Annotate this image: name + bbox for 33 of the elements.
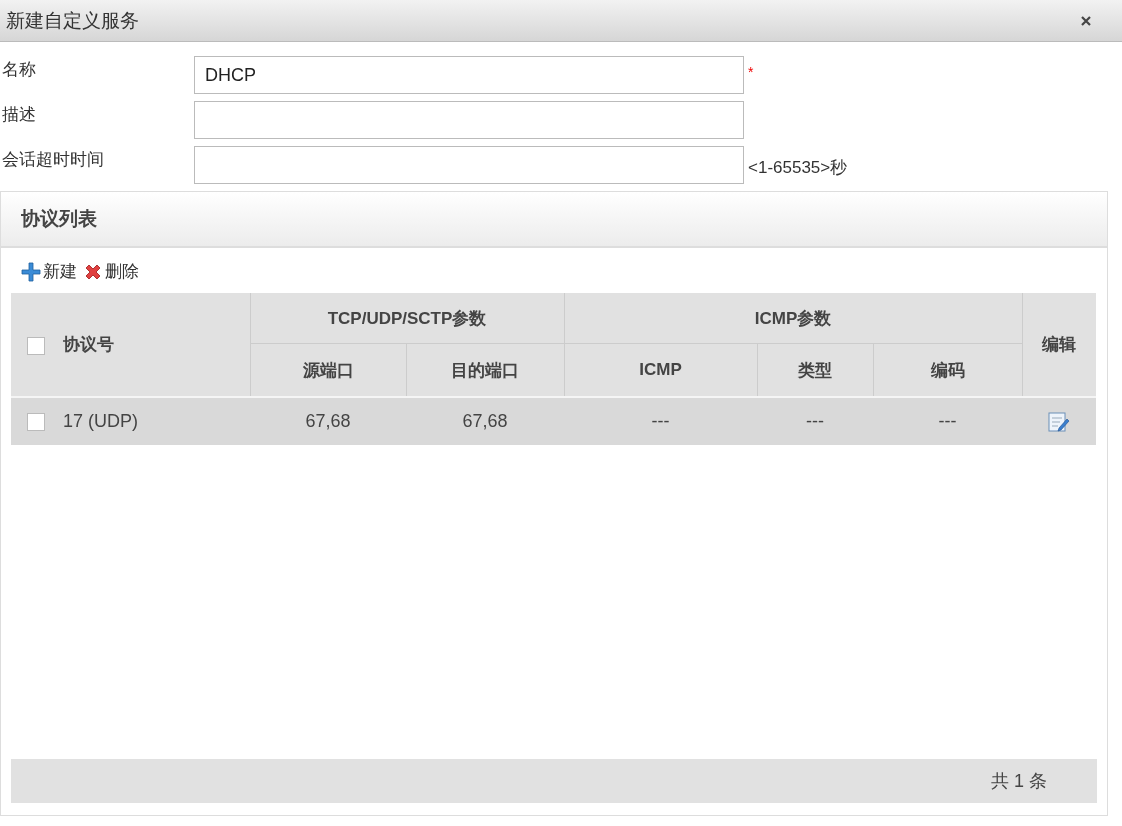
window-title: 新建自定义服务 — [6, 8, 139, 33]
input-field[interactable] — [194, 146, 744, 184]
table-cell: 17 (UDP) — [11, 397, 250, 445]
field-label: 会话超时时间 — [1, 149, 105, 171]
column-header: ICMP — [564, 343, 757, 397]
edit-icon[interactable] — [1047, 410, 1071, 433]
column-group-header: TCP/UDP/SCTP参数 — [250, 293, 564, 344]
table-cell: --- — [564, 397, 757, 445]
column-header: 编辑 — [1022, 293, 1096, 397]
column-header: 源端口 — [250, 343, 406, 397]
column-group-header: ICMP参数 — [564, 293, 1022, 344]
field-label: 名称 — [1, 59, 37, 81]
table-cell: 67,68 — [250, 397, 406, 445]
range-hint: <1-65535>秒 — [748, 157, 848, 179]
add-button[interactable]: 新建 — [21, 260, 77, 283]
checkbox[interactable] — [27, 336, 45, 355]
required-mark: * — [748, 64, 754, 80]
input-field[interactable] — [194, 101, 744, 139]
checkbox[interactable] — [27, 413, 45, 432]
close-icon[interactable] — [1080, 14, 1092, 27]
plus-icon — [21, 261, 41, 282]
table-cell: 67,68 — [406, 397, 564, 445]
column-header: 目的端口 — [406, 343, 564, 397]
column-header: 编码 — [873, 343, 1022, 397]
column-header: 类型 — [757, 343, 873, 397]
input-field[interactable]: DHCP — [194, 56, 744, 94]
field-label: 描述 — [1, 104, 37, 126]
delete-button[interactable]: 删除 — [83, 260, 139, 283]
record-count: 共 1 条 — [991, 770, 1047, 793]
panel-title: 协议列表 — [21, 207, 97, 231]
table-cell: --- — [873, 397, 1022, 445]
column-header: 协议号 — [11, 293, 250, 397]
table-cell: --- — [757, 397, 873, 445]
